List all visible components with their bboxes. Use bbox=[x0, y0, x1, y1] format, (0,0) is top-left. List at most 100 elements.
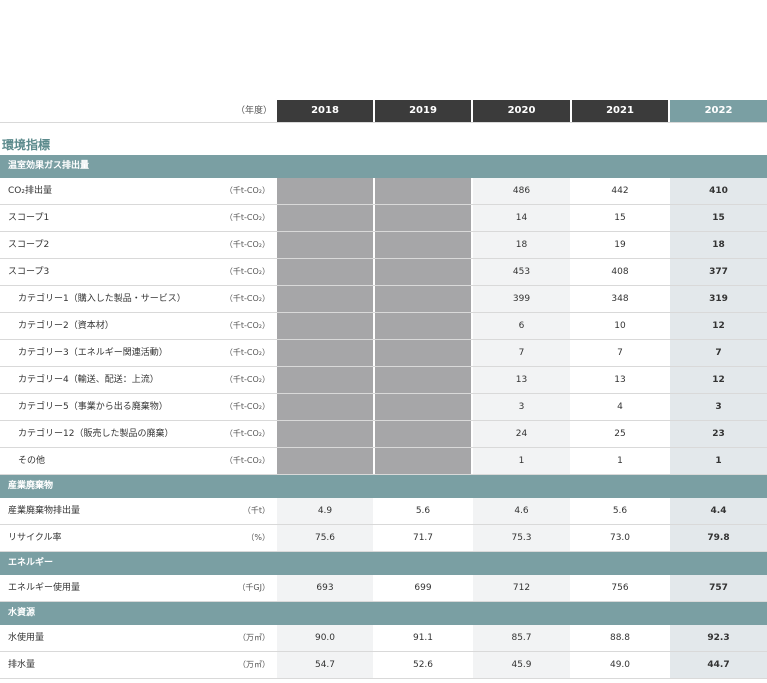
value-cell: 12 bbox=[670, 367, 767, 393]
table-row: カテゴリー5（事業から出る廃棄物） （千t-CO₂） 3 4 3 bbox=[0, 394, 767, 421]
value-cell: 19 bbox=[572, 232, 668, 258]
no-data-cell bbox=[375, 205, 471, 231]
row-label: エネルギー使用量 bbox=[8, 583, 81, 593]
value-cell: 5.6 bbox=[572, 498, 668, 524]
value-cell: 18 bbox=[473, 232, 570, 258]
year-header-row: （年度） 2018 2019 2020 2021 2022 bbox=[0, 100, 767, 123]
year-header-4: 2022 bbox=[670, 100, 767, 122]
value-cell: 399 bbox=[473, 286, 570, 312]
row-unit: （千t-CO₂） bbox=[224, 402, 270, 411]
table-row: その他 （千t-CO₂） 1 1 1 bbox=[0, 448, 767, 475]
table-row: カテゴリー2（資本材） （千t-CO₂） 6 10 12 bbox=[0, 313, 767, 340]
section-title: 温室効果ガス排出量 bbox=[8, 161, 90, 171]
section-header: エネルギー bbox=[0, 552, 767, 575]
row-unit: （千t-CO₂） bbox=[224, 186, 270, 195]
row-unit: （千t-CO₂） bbox=[224, 429, 270, 438]
value-cell: 4 bbox=[572, 394, 668, 420]
row-unit: （千t-CO₂） bbox=[224, 240, 270, 249]
no-data-cell bbox=[277, 448, 373, 474]
table-row: カテゴリー4（輸送、配送：上流） （千t-CO₂） 13 13 12 bbox=[0, 367, 767, 394]
value-cell: 756 bbox=[572, 575, 668, 601]
value-cell: 3 bbox=[670, 394, 767, 420]
no-data-cell bbox=[277, 286, 373, 312]
table-title-row: 環境指標 bbox=[0, 122, 767, 155]
no-data-cell bbox=[375, 178, 471, 204]
value-cell: 408 bbox=[572, 259, 668, 285]
value-cell: 1 bbox=[473, 448, 570, 474]
value-cell: 71.7 bbox=[375, 525, 471, 551]
row-label: スコープ3 bbox=[8, 267, 50, 277]
value-cell: 4.6 bbox=[473, 498, 570, 524]
value-cell: 44.7 bbox=[670, 652, 767, 678]
value-cell: 319 bbox=[670, 286, 767, 312]
row-label: カテゴリー1（購入した製品・サービス） bbox=[18, 294, 186, 304]
no-data-cell bbox=[375, 421, 471, 447]
row-unit: （千t-CO₂） bbox=[224, 456, 270, 465]
value-cell: 12 bbox=[670, 313, 767, 339]
value-cell: 85.7 bbox=[473, 625, 570, 651]
row-label: スコープ2 bbox=[8, 240, 50, 250]
value-cell: 75.6 bbox=[277, 525, 373, 551]
value-cell: 15 bbox=[670, 205, 767, 231]
no-data-cell bbox=[375, 313, 471, 339]
environment-indicators-table: （年度） 2018 2019 2020 2021 2022 環境指標 温室効果ガス排出量… bbox=[0, 100, 767, 679]
row-unit: （千t-CO₂） bbox=[224, 321, 270, 330]
row-unit: （万㎥） bbox=[238, 633, 270, 642]
value-cell: 1 bbox=[572, 448, 668, 474]
no-data-cell bbox=[277, 367, 373, 393]
value-cell: 91.1 bbox=[375, 625, 471, 651]
table-title: 環境指標 bbox=[2, 138, 51, 152]
section-title: 水資源 bbox=[8, 608, 36, 618]
row-label: カテゴリー4（輸送、配送：上流） bbox=[18, 375, 159, 385]
no-data-cell bbox=[277, 340, 373, 366]
value-cell: 4.9 bbox=[277, 498, 373, 524]
no-data-cell bbox=[375, 367, 471, 393]
section-header: 産業廃棄物 bbox=[0, 475, 767, 498]
table-row: 排水量 （万㎥） 54.7 52.6 45.9 49.0 44.7 bbox=[0, 652, 767, 679]
row-label: カテゴリー5（事業から出る廃棄物） bbox=[18, 402, 168, 412]
value-cell: 88.8 bbox=[572, 625, 668, 651]
value-cell: 699 bbox=[375, 575, 471, 601]
value-cell: 45.9 bbox=[473, 652, 570, 678]
row-label: スコープ1 bbox=[8, 213, 50, 223]
section-header: 温室効果ガス排出量 bbox=[0, 155, 767, 178]
value-cell: 486 bbox=[473, 178, 570, 204]
value-cell: 6 bbox=[473, 313, 570, 339]
row-unit: （千t-CO₂） bbox=[224, 348, 270, 357]
value-cell: 410 bbox=[670, 178, 767, 204]
row-unit: （千GJ） bbox=[237, 583, 270, 592]
row-unit: （千t） bbox=[242, 506, 270, 515]
no-data-cell bbox=[277, 394, 373, 420]
value-cell: 1 bbox=[670, 448, 767, 474]
no-data-cell bbox=[375, 448, 471, 474]
row-label: カテゴリー12（販売した製品の廃棄） bbox=[18, 429, 174, 439]
row-label: カテゴリー3（エネルギー関連活動） bbox=[18, 348, 168, 358]
row-label: 産業廃棄物排出量 bbox=[8, 506, 81, 516]
no-data-cell bbox=[277, 205, 373, 231]
table-row: スコープ1 （千t-CO₂） 14 15 15 bbox=[0, 205, 767, 232]
value-cell: 13 bbox=[473, 367, 570, 393]
table-row: エネルギー使用量 （千GJ） 693 699 712 756 757 bbox=[0, 575, 767, 602]
no-data-cell bbox=[277, 232, 373, 258]
value-cell: 54.7 bbox=[277, 652, 373, 678]
value-cell: 757 bbox=[670, 575, 767, 601]
value-cell: 7 bbox=[670, 340, 767, 366]
value-cell: 73.0 bbox=[572, 525, 668, 551]
value-cell: 4.4 bbox=[670, 498, 767, 524]
section-title: 産業廃棄物 bbox=[8, 481, 54, 491]
table-row: CO₂排出量 （千t-CO₂） 486 442 410 bbox=[0, 178, 767, 205]
table-body: 温室効果ガス排出量 CO₂排出量 （千t-CO₂） 486 442 410 スコープ1 （千t… bbox=[0, 155, 767, 679]
value-cell: 7 bbox=[572, 340, 668, 366]
year-header-2: 2020 bbox=[473, 100, 570, 122]
value-cell: 3 bbox=[473, 394, 570, 420]
value-cell: 712 bbox=[473, 575, 570, 601]
value-cell: 13 bbox=[572, 367, 668, 393]
table-row: スコープ3 （千t-CO₂） 453 408 377 bbox=[0, 259, 767, 286]
value-cell: 14 bbox=[473, 205, 570, 231]
year-header-3: 2021 bbox=[572, 100, 668, 122]
value-cell: 92.3 bbox=[670, 625, 767, 651]
value-cell: 10 bbox=[572, 313, 668, 339]
value-cell: 23 bbox=[670, 421, 767, 447]
table-row: スコープ2 （千t-CO₂） 18 19 18 bbox=[0, 232, 767, 259]
value-cell: 24 bbox=[473, 421, 570, 447]
